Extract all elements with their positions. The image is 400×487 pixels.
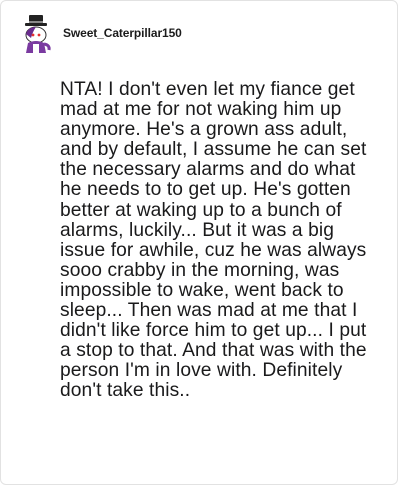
comment-body-text: NTA! I don't even let my fiance get mad …: [60, 79, 367, 402]
user-avatar[interactable]: [19, 14, 55, 54]
comment-header: Sweet_Caterpillar150: [19, 14, 182, 54]
comment-card: Sweet_Caterpillar150 NTA! I don't even l…: [0, 0, 398, 485]
comment-author-username[interactable]: Sweet_Caterpillar150: [63, 26, 182, 40]
snoo-avatar-icon: [25, 15, 51, 53]
